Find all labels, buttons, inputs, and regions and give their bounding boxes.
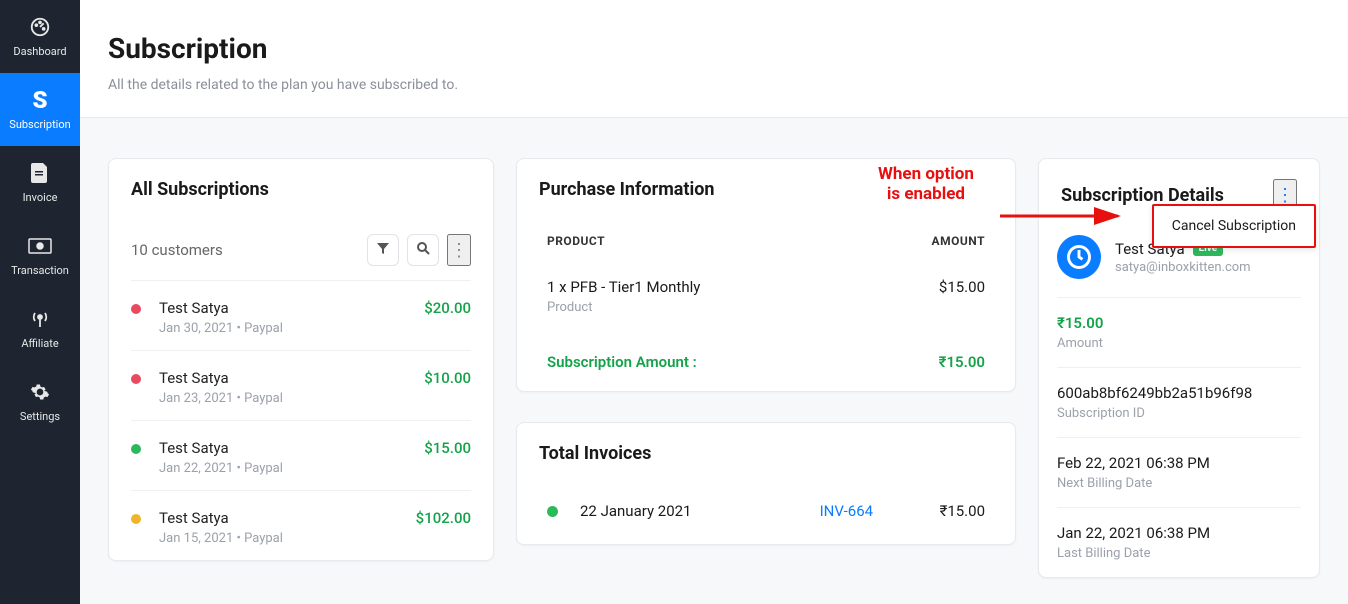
filter-button[interactable] — [367, 234, 399, 266]
gauge-icon — [29, 15, 51, 39]
card-title: All Subscriptions — [109, 159, 493, 220]
customer-name: Test Satya — [159, 509, 416, 527]
detail-value: Jan 22, 2021 06:38 PM — [1057, 524, 1301, 542]
main-content: Subscription All the details related to … — [80, 0, 1348, 604]
sidebar: Dashboard S Subscription Invoice Transac… — [0, 0, 80, 604]
detail-value: Feb 22, 2021 06:38 PM — [1057, 454, 1301, 472]
all-subscriptions-card: All Subscriptions 10 customers ⋮ — [108, 158, 494, 561]
customer-name: Test Satya — [159, 369, 424, 387]
vertical-dots-icon: ⋮ — [1276, 185, 1294, 206]
subscription-row[interactable]: Test Satya Jan 30, 2021 • Paypal $20.00 — [131, 280, 471, 350]
subscription-meta: Jan 22, 2021 • Paypal — [159, 461, 424, 476]
subscription-list: Test Satya Jan 30, 2021 • Paypal $20.00 … — [109, 280, 493, 560]
more-button[interactable]: ⋮ — [447, 234, 471, 266]
customer-count: 10 customers — [131, 241, 223, 259]
detail-block-subscription-id: 600ab8bf6249bb2a51b96f98 Subscription ID — [1057, 367, 1301, 437]
customer-name: Test Satya — [159, 299, 424, 317]
sidebar-label: Invoice — [23, 191, 58, 204]
sidebar-item-invoice[interactable]: Invoice — [0, 146, 80, 219]
vertical-dots-icon: ⋮ — [450, 240, 468, 261]
document-icon — [31, 161, 49, 185]
invoice-row: 22 January 2021 INV-664 ₹15.00 — [517, 484, 1015, 544]
invoice-date: 22 January 2021 — [580, 502, 820, 520]
status-dot — [131, 374, 141, 384]
page-subtitle: All the details related to the plan you … — [108, 77, 1320, 93]
broadcast-icon — [30, 307, 50, 331]
subscription-amount: $102.00 — [416, 509, 471, 527]
purchase-total-row: Subscription Amount : ₹15.00 — [517, 335, 1015, 391]
sidebar-label: Transaction — [11, 264, 69, 277]
detail-label: Next Billing Date — [1057, 476, 1301, 491]
detail-value: 600ab8bf6249bb2a51b96f98 — [1057, 384, 1301, 402]
sidebar-item-affiliate[interactable]: Affiliate — [0, 292, 80, 365]
purchase-item-amount: $15.00 — [939, 278, 985, 296]
page-title: Subscription — [108, 32, 1320, 65]
total-invoices-card: Total Invoices 22 January 2021 INV-664 ₹… — [516, 422, 1016, 545]
invoice-amount: ₹15.00 — [940, 502, 985, 520]
detail-label: Subscription ID — [1057, 406, 1301, 421]
detail-block-last-billing: Jan 22, 2021 06:38 PM Last Billing Date — [1057, 507, 1301, 577]
content-row: All Subscriptions 10 customers ⋮ — [80, 118, 1348, 604]
subscription-row[interactable]: Test Satya Jan 22, 2021 • Paypal $15.00 — [131, 420, 471, 490]
subscription-amount-label: Subscription Amount : — [547, 353, 697, 371]
purchase-info-card: Purchase Information PRODUCT AMOUNT 1 x … — [516, 158, 1016, 392]
subs-toolbar: 10 customers ⋮ — [109, 220, 493, 280]
detail-label: Amount — [1057, 336, 1301, 351]
status-dot — [131, 304, 141, 314]
subscription-row[interactable]: Test Satya Jan 23, 2021 • Paypal $10.00 — [131, 350, 471, 420]
search-icon — [417, 242, 430, 258]
sidebar-item-transaction[interactable]: Transaction — [0, 219, 80, 292]
purchase-item-name: 1 x PFB - Tier1 Monthly — [547, 278, 700, 296]
sidebar-item-settings[interactable]: Settings — [0, 365, 80, 438]
customer-name: Test Satya — [159, 439, 424, 457]
sidebar-item-subscription[interactable]: S Subscription — [0, 73, 80, 146]
status-dot — [131, 444, 141, 454]
subscription-amount-value: ₹15.00 — [939, 353, 985, 371]
sidebar-label: Dashboard — [13, 45, 66, 58]
purchase-item: 1 x PFB - Tier1 Monthly $15.00 Product — [517, 262, 1015, 335]
page-header: Subscription All the details related to … — [80, 0, 1348, 118]
subscription-meta: Jan 15, 2021 • Paypal — [159, 531, 416, 546]
avatar — [1057, 235, 1101, 279]
money-icon — [28, 234, 52, 258]
purchase-item-type: Product — [547, 300, 985, 315]
detail-block-next-billing: Feb 22, 2021 06:38 PM Next Billing Date — [1057, 437, 1301, 507]
funnel-icon — [377, 242, 389, 258]
subscription-amount: $10.00 — [424, 369, 471, 387]
sidebar-label: Settings — [20, 410, 60, 423]
status-dot — [131, 514, 141, 524]
subscription-row[interactable]: Test Satya Jan 15, 2021 • Paypal $102.00 — [131, 490, 471, 560]
letter-s-icon: S — [32, 88, 47, 112]
column-header-amount: AMOUNT — [932, 234, 985, 248]
subscription-amount: $15.00 — [424, 439, 471, 457]
gear-icon — [30, 380, 50, 404]
detail-block-amount: ₹15.00 Amount — [1057, 297, 1301, 367]
subscription-amount: $20.00 — [424, 299, 471, 317]
search-button[interactable] — [407, 234, 439, 266]
column-header-product: PRODUCT — [547, 234, 605, 248]
card-title: Total Invoices — [517, 423, 1015, 484]
status-dot — [547, 506, 558, 517]
cancel-subscription-menu-item[interactable]: Cancel Subscription — [1152, 204, 1316, 248]
subscription-meta: Jan 23, 2021 • Paypal — [159, 391, 424, 406]
sidebar-label: Subscription — [9, 118, 70, 131]
sidebar-item-dashboard[interactable]: Dashboard — [0, 0, 80, 73]
detail-value: ₹15.00 — [1057, 314, 1301, 332]
invoice-number-link[interactable]: INV-664 — [820, 502, 940, 520]
user-email: satya@inboxkitten.com — [1115, 260, 1251, 275]
card-title: Purchase Information — [517, 159, 1015, 220]
sidebar-label: Affiliate — [21, 337, 58, 350]
detail-label: Last Billing Date — [1057, 546, 1301, 561]
card-title: Subscription Details — [1061, 185, 1224, 206]
subscription-meta: Jan 30, 2021 • Paypal — [159, 321, 424, 336]
